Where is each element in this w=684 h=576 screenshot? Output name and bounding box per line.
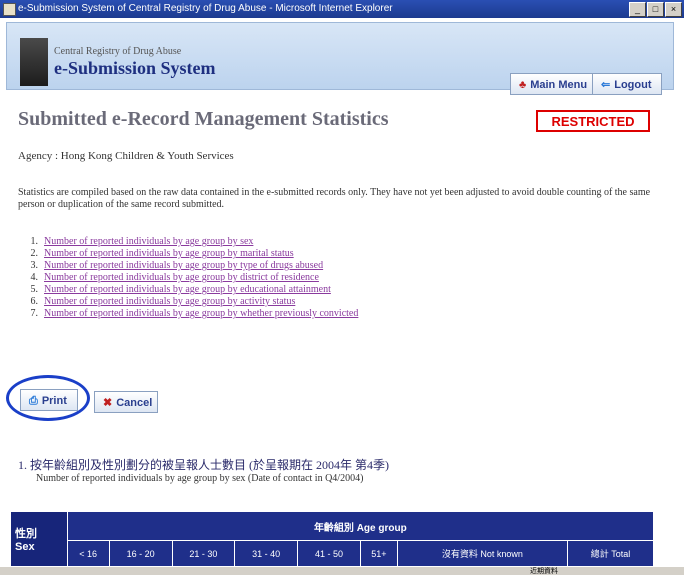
close-icon[interactable]: × (665, 2, 682, 17)
maximize-icon[interactable]: □ (647, 2, 664, 17)
list-item-number: 1. (30, 236, 39, 247)
list-item: 7. Number of reported individuals by age … (24, 308, 359, 320)
system-name: e-Submission System (54, 58, 216, 78)
window-controls: _ □ × (629, 2, 682, 17)
list-item: 6. Number of reported individuals by age … (24, 296, 358, 308)
table-column-header: 41 - 50 (297, 540, 361, 567)
header-subtitle: Central Registry of Drug Abuse (54, 46, 182, 57)
window-title: e-Submission System of Central Registry … (18, 3, 393, 14)
arrow-left-icon: ⇐ (601, 79, 611, 91)
section-subtitle: Number of reported individuals by age gr… (36, 473, 364, 484)
report-link[interactable]: Number of reported individuals by age gr… (44, 236, 253, 247)
report-link[interactable]: Number of reported individuals by age gr… (44, 260, 323, 271)
list-item: 1. Number of reported individuals by age … (24, 236, 358, 248)
status-zone: 近期資料 (530, 568, 558, 575)
list-item-number: 5. (30, 284, 39, 295)
table-column-header: < 16 (66, 540, 110, 567)
sex-header: 性別 Sex (10, 511, 68, 567)
table-column-header: 51+ (359, 540, 398, 567)
site-header: Central Registry of Drug Abuse e-Submiss… (0, 18, 684, 104)
main-menu-label: Main Menu (530, 79, 588, 91)
section-title: 1. 按年齡組別及性別劃分的被呈報人士數目 (於呈報期在 2004年 第4季) (18, 458, 389, 472)
report-link[interactable]: Number of reported individuals by age gr… (44, 284, 331, 295)
table-column-header: 16 - 20 (108, 540, 173, 567)
restricted-badge: RESTRICTED (536, 110, 650, 132)
home-icon: ♣ (519, 79, 527, 91)
cancel-label: Cancel (116, 397, 153, 409)
sex-header-en: Sex (15, 541, 35, 553)
report-link[interactable]: Number of reported individuals by age gr… (44, 296, 295, 307)
table-header-row: 性別 Sex 年齡組別 Age group (10, 510, 655, 567)
x-icon: ✖ (103, 397, 113, 409)
list-item-number: 7. (30, 308, 39, 319)
list-item: 5. Number of reported individuals by age … (24, 284, 358, 296)
list-item-number: 2. (30, 248, 39, 259)
age-group-header: 年齡組別 Age group (66, 510, 655, 542)
table-column-header: 沒有資料 Not known (396, 540, 568, 567)
table-column-header: 總計 Total (566, 540, 655, 567)
logout-label: Logout (614, 79, 652, 91)
table-column-header: 31 - 40 (234, 540, 299, 567)
window-titlebar: e-Submission System of Central Registry … (0, 0, 684, 18)
list-item-number: 6. (30, 296, 39, 307)
list-item: 3. Number of reported individuals by age … (24, 260, 358, 272)
browser-icon (3, 3, 16, 16)
list-item-number: 4. (30, 272, 39, 283)
report-link[interactable]: Number of reported individuals by age gr… (44, 272, 319, 283)
list-item: 4. Number of reported individuals by age … (24, 272, 358, 284)
age-sex-table: 性別 Sex 年齡組別 Age group < 16 16 - 20 21 - 30… (10, 510, 655, 567)
page-title: Submitted e-Record Management Statistics (18, 108, 389, 130)
table-column-header: 21 - 30 (171, 540, 236, 567)
print-label: Print (41, 395, 67, 407)
sex-header-zh: 性別 (15, 528, 37, 540)
report-link[interactable]: Number of reported individuals by age gr… (44, 248, 294, 259)
statistics-note: Statistics are compiled based on the raw… (18, 187, 651, 210)
logo-image (20, 38, 48, 86)
list-item: 2. Number of reported individuals by age … (24, 248, 358, 260)
print-button[interactable]: ⎙ Print (20, 389, 78, 411)
printer-icon: ⎙ (29, 395, 38, 407)
logout-button[interactable]: ⇐ Logout (592, 73, 662, 95)
table-column-row: < 16 16 - 20 21 - 30 31 - 40 41 - 50 51+ 沒有資料 … (11, 540, 655, 567)
minimize-icon[interactable]: _ (629, 2, 646, 17)
report-link-list: 1. Number of reported individuals by age … (24, 236, 359, 320)
agency-text: Agency : Hong Kong Children & Youth Serv… (18, 150, 234, 162)
list-item-number: 3. (30, 260, 39, 271)
report-link[interactable]: Number of reported individuals by age gr… (44, 308, 358, 319)
cancel-button[interactable]: ✖ Cancel (94, 391, 158, 413)
